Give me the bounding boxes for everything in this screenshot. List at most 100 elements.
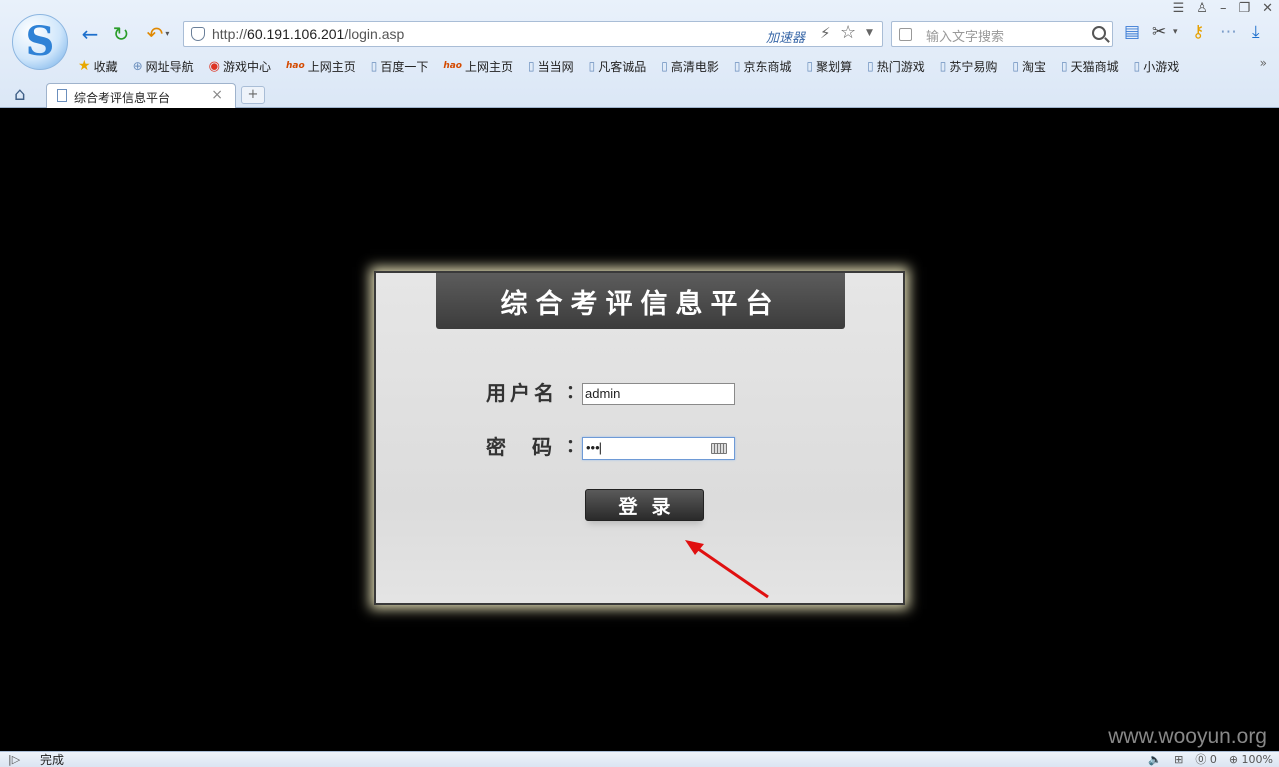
bookmark-item[interactable]: ▯ 高清电影 bbox=[661, 58, 719, 75]
login-panel: 综合考评信息平台 用户名 ： admin 密码 ： •••| 登录 bbox=[374, 271, 905, 605]
network-icon[interactable]: ⊞ bbox=[1174, 753, 1183, 767]
page-icon: ▯ bbox=[588, 59, 596, 73]
sidebar-icon[interactable]: ▤ bbox=[1124, 24, 1140, 41]
bookmark-label: 百度一下 bbox=[380, 59, 429, 74]
new-tab-button[interactable]: + bbox=[241, 86, 265, 104]
page-icon: ▯ bbox=[733, 59, 741, 73]
address-bar[interactable]: http://60.191.106.201/login.asp 加速器 ⚡ ☆ … bbox=[183, 21, 883, 47]
hao-icon: hao bbox=[443, 61, 462, 71]
bookmark-item[interactable]: ▯ 苏宁易购 bbox=[940, 58, 998, 75]
bookmark-label: 游戏中心 bbox=[223, 59, 272, 74]
status-bar: |▷ 完成 🔈 ⊞ ⓪ 0 ⊕ 100% bbox=[0, 751, 1279, 767]
page-icon: ▯ bbox=[528, 59, 535, 73]
ad-block-count: 0 bbox=[1209, 753, 1217, 766]
page-icon: ▯ bbox=[1133, 59, 1141, 73]
bookmark-label: 京东商城 bbox=[743, 59, 792, 74]
restore-icon[interactable]: ❐ bbox=[1238, 1, 1250, 17]
page-icon: ▯ bbox=[370, 59, 378, 73]
accelerator-button[interactable]: 加速器 bbox=[766, 27, 805, 46]
tab-title: 综合考评信息平台 bbox=[74, 91, 171, 105]
page-viewport: 综合考评信息平台 用户名 ： admin 密码 ： •••| 登录 bbox=[0, 108, 1279, 751]
page-icon: ▯ bbox=[1061, 59, 1068, 73]
page-icon: ▯ bbox=[661, 59, 668, 73]
browser-chrome: S ← ↻ ↶ ▾ http://60.191.106.201/login.asp… bbox=[0, 0, 1279, 108]
arrow-shaft bbox=[693, 544, 769, 599]
speaker-icon[interactable]: 🔈 bbox=[1148, 753, 1162, 767]
scissors-dropdown-icon[interactable]: ▾ bbox=[1173, 28, 1178, 37]
bookmark-item[interactable]: ⊕ 网址导航 bbox=[133, 58, 194, 75]
bookmark-label: 苏宁易购 bbox=[949, 59, 998, 74]
bookmark-label: 凡客诚品 bbox=[598, 59, 647, 74]
login-header: 综合考评信息平台 bbox=[436, 273, 845, 329]
page-icon: ▯ bbox=[806, 59, 814, 73]
virtual-keyboard-icon[interactable] bbox=[711, 443, 727, 454]
minimize-icon[interactable]: – bbox=[1220, 1, 1227, 17]
bookmarks-more-icon[interactable]: » bbox=[1260, 56, 1267, 70]
bookmark-item[interactable]: hao 上网主页 bbox=[443, 58, 513, 75]
password-label: 密码 bbox=[486, 435, 578, 459]
bookmark-item[interactable]: ▯ 小游戏 bbox=[1134, 58, 1180, 75]
tab-strip: ⌂ 综合考评信息平台 × + bbox=[0, 82, 1279, 108]
bookmark-item[interactable]: ▯ 淘宝 bbox=[1012, 58, 1046, 75]
bookmark-label: 小游戏 bbox=[1143, 59, 1180, 74]
skin-shirt-icon[interactable]: ♙ bbox=[1196, 1, 1208, 17]
search-placeholder: 输入文字搜索 bbox=[926, 30, 1005, 45]
login-button[interactable]: 登录 bbox=[585, 489, 704, 521]
home-icon[interactable]: ⌂ bbox=[14, 86, 25, 104]
bookmark-item[interactable]: ▯ 百度一下 bbox=[371, 58, 429, 75]
refresh-button[interactable]: ↻ bbox=[109, 22, 133, 46]
zoom-control[interactable]: ⊕ 100% bbox=[1229, 753, 1273, 767]
sidebar-toggle-icon[interactable]: |▷ bbox=[8, 753, 20, 766]
username-input[interactable]: admin bbox=[582, 383, 735, 405]
screenshot-scissors-icon[interactable]: ✂ bbox=[1152, 24, 1166, 41]
bookmark-label: 聚划算 bbox=[816, 59, 853, 74]
game-icon: ◉ bbox=[208, 58, 220, 74]
more-icon[interactable]: ⋯ bbox=[1220, 24, 1237, 41]
back-button[interactable]: ← bbox=[78, 22, 102, 46]
bookmark-item[interactable]: ★ 收藏 bbox=[78, 58, 118, 75]
close-window-icon[interactable]: ✕ bbox=[1262, 1, 1273, 17]
bookmark-item[interactable]: hao 上网主页 bbox=[286, 58, 356, 75]
bookmark-label: 上网主页 bbox=[465, 59, 514, 74]
ad-block-icon[interactable]: ⓪ 0 bbox=[1195, 753, 1217, 767]
watermark: www.wooyun.org bbox=[1108, 725, 1267, 748]
status-right: 🔈 ⊞ ⓪ 0 ⊕ 100% bbox=[1148, 753, 1273, 767]
bookmark-label: 当当网 bbox=[537, 59, 574, 74]
url-text[interactable]: http://60.191.106.201/login.asp bbox=[212, 26, 404, 42]
bookmark-item[interactable]: ▯ 京东商城 bbox=[734, 58, 792, 75]
download-icon[interactable]: ⤓ bbox=[1252, 24, 1260, 41]
window-controls: ☰ ♙ – ❐ ✕ bbox=[1173, 1, 1273, 17]
bookmarks-bar: ★ 收藏 ⊕ 网址导航 ◉ 游戏中心 hao 上网主页 ▯ 百度一下 hao 上网主页 ▯ 当当网 ▯ 凡客诚… bbox=[78, 56, 1179, 76]
username-label: 用户名 bbox=[486, 381, 558, 405]
hao-icon: hao bbox=[286, 61, 305, 71]
lightning-icon[interactable]: ⚡ bbox=[820, 24, 831, 42]
tab-close-icon[interactable]: × bbox=[211, 87, 223, 103]
page-title: 综合考评信息平台 bbox=[500, 288, 781, 320]
page-icon: ▯ bbox=[867, 59, 874, 73]
key-icon[interactable]: ⚷ bbox=[1192, 24, 1204, 41]
search-engine-icon[interactable] bbox=[899, 28, 912, 41]
arrow-head bbox=[685, 540, 704, 555]
favorite-star-icon[interactable]: ☆ bbox=[840, 22, 856, 43]
tab-login[interactable]: 综合考评信息平台 × bbox=[46, 83, 236, 108]
search-box[interactable]: 输入文字搜索 bbox=[891, 21, 1113, 47]
shield-icon bbox=[191, 27, 205, 41]
bookmark-label: 热门游戏 bbox=[876, 59, 925, 74]
search-icon[interactable] bbox=[1092, 26, 1106, 40]
address-dropdown-icon[interactable]: ▼ bbox=[866, 28, 873, 38]
bookmark-item[interactable]: ▯ 天猫商城 bbox=[1061, 58, 1119, 75]
undo-close-tab-button[interactable]: ↶ ▾ bbox=[141, 22, 175, 46]
status-text: 完成 bbox=[40, 753, 65, 767]
text-caret: | bbox=[598, 440, 603, 455]
bookmark-item[interactable]: ◉ 游戏中心 bbox=[209, 58, 271, 75]
bookmark-label: 淘宝 bbox=[1022, 59, 1047, 74]
bookmark-item[interactable]: ▯ 凡客诚品 bbox=[589, 58, 647, 75]
star-icon: ★ bbox=[78, 58, 91, 74]
bookmark-label: 收藏 bbox=[93, 59, 118, 74]
menu-icon[interactable]: ☰ bbox=[1173, 1, 1185, 17]
globe-icon: ⊕ bbox=[132, 59, 143, 73]
bookmark-item[interactable]: ▯ 热门游戏 bbox=[867, 58, 925, 75]
zoom-level: 100% bbox=[1241, 753, 1273, 766]
bookmark-item[interactable]: ▯ 当当网 bbox=[528, 58, 574, 75]
bookmark-item[interactable]: ▯ 聚划算 bbox=[807, 58, 853, 75]
